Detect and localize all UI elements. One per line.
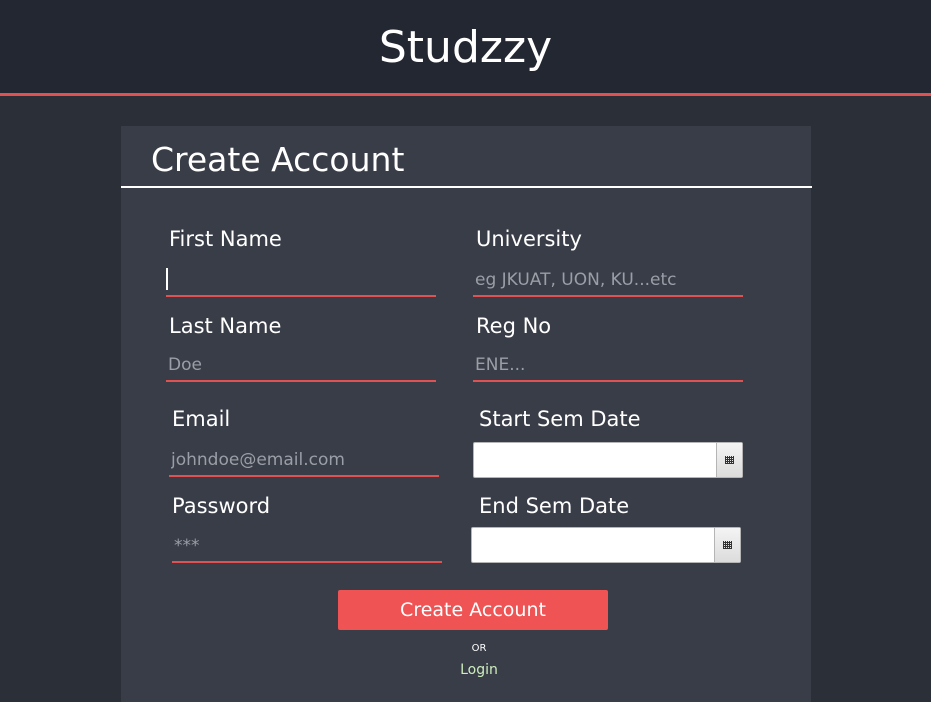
end-sem-date-input[interactable] <box>471 527 741 563</box>
last-name-label: Last Name <box>169 314 282 338</box>
or-separator: OR <box>471 643 487 654</box>
app-title: Studzzy <box>378 22 553 73</box>
first-name-input[interactable] <box>166 265 436 297</box>
email-input[interactable] <box>169 445 439 477</box>
university-input[interactable] <box>473 265 743 297</box>
start-date-picker-button[interactable] <box>716 443 742 477</box>
email-label: Email <box>172 407 231 431</box>
end-date-picker-button[interactable] <box>714 528 740 562</box>
reg-no-input[interactable] <box>473 350 743 382</box>
login-link[interactable]: Login <box>121 662 837 678</box>
title-divider <box>121 186 812 188</box>
calendar-icon <box>725 456 734 464</box>
text-cursor <box>166 268 168 290</box>
calendar-icon <box>723 541 732 549</box>
password-label: Password <box>172 494 271 518</box>
create-account-button[interactable]: Create Account <box>338 590 608 630</box>
university-label: University <box>476 227 582 251</box>
password-input[interactable] <box>172 531 442 563</box>
last-name-input[interactable] <box>166 350 436 382</box>
end-sem-date-label: End Sem Date <box>479 494 630 518</box>
form-title: Create Account <box>151 140 405 179</box>
reg-no-label: Reg No <box>476 314 552 338</box>
start-sem-date-label: Start Sem Date <box>479 407 641 431</box>
start-sem-date-input[interactable] <box>473 442 743 478</box>
app-header: Studzzy <box>0 0 931 96</box>
first-name-label: First Name <box>169 227 282 251</box>
create-account-card: Create Account First Name Last Name Emai… <box>121 126 812 702</box>
